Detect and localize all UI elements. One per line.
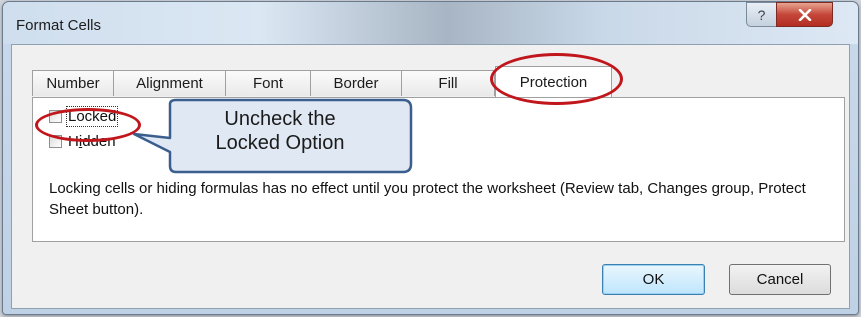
title-bar[interactable]: Format Cells ? [3,2,858,44]
tab-font[interactable]: Font [225,70,311,96]
cancel-label: Cancel [756,271,804,288]
locked-checkbox[interactable] [49,109,62,123]
help-button[interactable]: ? [746,2,777,27]
locked-label[interactable]: Locked [65,105,119,127]
hidden-label-suffix: dden [82,132,116,150]
hidden-checkbox[interactable] [49,134,62,148]
ok-button[interactable]: OK [602,264,705,295]
tab-fill[interactable]: Fill [401,70,495,96]
tab-number[interactable]: Number [32,70,114,96]
hidden-checkbox-row[interactable]: Hidden [49,131,116,151]
locked-checkbox-row[interactable]: Locked [49,105,119,127]
dialog-title: Format Cells [16,17,102,34]
tab-label: Fill [438,75,458,92]
tab-protection[interactable]: Protection [495,66,612,97]
tab-alignment[interactable]: Alignment [113,70,226,96]
hidden-label[interactable]: Hidden [68,133,116,150]
tab-label: Alignment [136,75,203,92]
hidden-label-prefix: H [68,132,79,150]
callout-line-1: Uncheck the [224,108,336,130]
help-icon: ? [757,6,766,23]
close-icon [798,8,811,21]
tab-label: Font [252,75,283,92]
close-button[interactable] [776,2,833,27]
tab-label: Protection [519,73,588,91]
tab-label: Border [333,75,379,92]
cancel-button[interactable]: Cancel [729,264,831,295]
ok-label: OK [642,271,665,288]
tab-border[interactable]: Border [310,70,402,96]
tab-label: Number [46,75,100,92]
callout-text: Uncheck the Locked Option [160,107,400,155]
protection-info-text: Locking cells or hiding formulas has no … [49,180,806,218]
callout-line-2: Locked Option [215,132,345,154]
locked-label-text: Locked [65,105,119,127]
